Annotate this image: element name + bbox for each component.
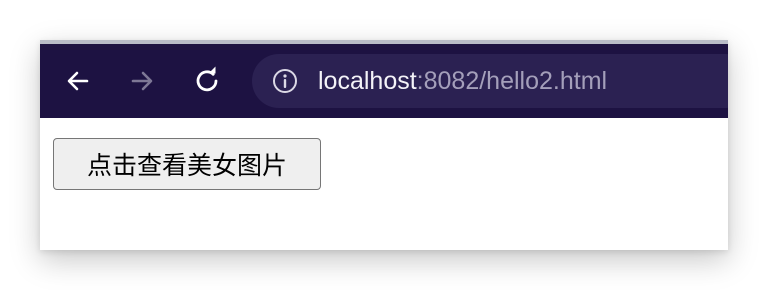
browser-window: localhost:8082/hello2.html 点击查看美女图片: [40, 40, 728, 250]
arrow-left-icon: [67, 71, 89, 91]
arrow-right-icon: [131, 71, 153, 91]
url-host: localhost: [318, 67, 417, 95]
view-pictures-button[interactable]: 点击查看美女图片: [53, 138, 321, 190]
info-circle-icon[interactable]: [272, 68, 298, 94]
address-bar[interactable]: localhost:8082/hello2.html: [252, 54, 728, 108]
reload-icon: [196, 66, 218, 92]
back-button[interactable]: [60, 63, 96, 99]
url-text[interactable]: localhost:8082/hello2.html: [318, 67, 607, 95]
reload-button[interactable]: [189, 63, 225, 99]
browser-toolbar: localhost:8082/hello2.html: [40, 44, 728, 118]
url-path: :8082/hello2.html: [416, 67, 608, 95]
forward-button[interactable]: [124, 63, 160, 99]
page-content: 点击查看美女图片: [40, 118, 728, 250]
